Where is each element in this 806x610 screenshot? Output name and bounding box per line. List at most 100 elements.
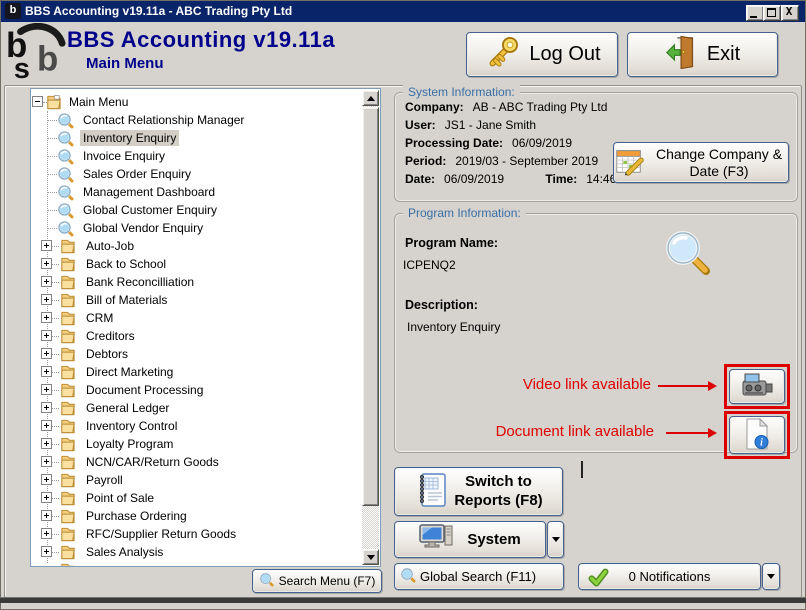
tree-item[interactable]: Creditors [31, 327, 362, 345]
document-link-button[interactable]: i [729, 416, 785, 454]
expand-icon[interactable] [41, 474, 52, 485]
video-camera-icon [739, 372, 775, 402]
open-folder-icon [45, 94, 62, 110]
tree-item[interactable]: Point of Sale [31, 489, 362, 507]
notifications-button[interactable]: 0 Notifications [578, 563, 761, 590]
search-icon [57, 130, 74, 146]
tree-item[interactable]: Loyalty Program [31, 435, 362, 453]
global-search-button[interactable]: Global Search (F11) [394, 563, 564, 590]
tree-item-label: Payroll [83, 472, 126, 488]
expand-icon[interactable] [41, 258, 52, 269]
expand-icon[interactable] [41, 456, 52, 467]
tree-item-label: Inventory Enquiry [80, 130, 179, 146]
expand-icon[interactable] [41, 330, 52, 341]
folder-icon [59, 274, 76, 290]
bbs-logo: b s b [5, 23, 67, 86]
tree-item[interactable]: Purchase Ordering [31, 507, 362, 525]
log-out-button[interactable]: Log Out [466, 32, 618, 77]
search-icon [57, 112, 74, 128]
expand-icon[interactable] [41, 492, 52, 503]
menu-tree[interactable]: Main Menu Contact Relationship Manager [30, 88, 381, 567]
folder-icon [59, 400, 76, 416]
tree-item[interactable]: Bank Reconcilliation [31, 273, 362, 291]
tree-item-label: Back to School [83, 256, 169, 272]
tree-item[interactable]: Invoice Enquiry [31, 147, 362, 165]
date-value: 06/09/2019 [444, 172, 504, 186]
tree-item[interactable]: Inventory Control [31, 417, 362, 435]
tree-item[interactable]: Payroll [31, 471, 362, 489]
minimize-button[interactable] [746, 5, 764, 21]
expand-icon[interactable] [41, 312, 52, 323]
tree-item-label: Document Processing [83, 382, 206, 398]
tree-item[interactable]: Bill of Materials [31, 291, 362, 309]
tree-root-main-menu[interactable]: Main Menu [31, 93, 362, 111]
search-icon [57, 202, 74, 218]
folder-icon [59, 382, 76, 398]
tree-item[interactable]: CRM [31, 309, 362, 327]
expand-icon[interactable] [41, 420, 52, 431]
folder-icon [59, 472, 76, 488]
video-link-button[interactable] [729, 369, 785, 404]
tree-item[interactable]: Back to School [31, 255, 362, 273]
expand-icon[interactable] [41, 546, 52, 557]
tree-item[interactable]: Document Processing [31, 381, 362, 399]
folder-icon [59, 256, 76, 272]
system-dropdown-button[interactable] [547, 521, 564, 558]
tree-item-label: Purchase Ordering [83, 508, 190, 524]
tree-item[interactable]: RFC/Supplier Return Goods [31, 525, 362, 543]
expand-icon[interactable] [41, 510, 52, 521]
change-company-date-label: Change Company & Date (F3) [650, 146, 788, 180]
expand-icon[interactable] [41, 240, 52, 251]
svg-text:i: i [760, 437, 763, 448]
scrollbar-thumb[interactable] [362, 107, 379, 506]
processing-date-label: Processing Date: [405, 136, 503, 150]
window-title: BBS Accounting v19.11a - ABC Trading Pty… [25, 1, 292, 22]
maximize-button[interactable] [763, 5, 781, 21]
magnifier-icon[interactable] [663, 228, 711, 281]
scroll-down-button[interactable] [362, 549, 379, 565]
expand-icon[interactable] [41, 348, 52, 359]
switch-to-reports-button[interactable]: Switch to Reports (F8) [394, 467, 563, 516]
folder-icon [59, 562, 76, 567]
tree-item[interactable]: Contact Relationship Manager [31, 111, 362, 129]
tree-item[interactable]: Global Customer Enquiry [31, 201, 362, 219]
annotation-arrow-video [658, 385, 708, 387]
global-search-label: Global Search (F11) [420, 569, 536, 584]
exit-button[interactable]: Exit [627, 32, 778, 77]
tree-item[interactable]: General Ledger [31, 399, 362, 417]
scroll-up-button[interactable] [362, 90, 379, 106]
processing-date-value: 06/09/2019 [512, 136, 572, 150]
search-menu-button[interactable]: Search Menu (F7) [252, 569, 382, 593]
close-button[interactable]: X [781, 5, 799, 21]
folder-icon [59, 346, 76, 362]
tree-item[interactable]: Direct Marketing [31, 363, 362, 381]
expand-icon[interactable] [41, 294, 52, 305]
field-processing-date: Processing Date: 06/09/2019 [405, 136, 572, 152]
notifications-dropdown-button[interactable] [762, 563, 780, 590]
app-icon: b [5, 3, 21, 19]
expand-icon[interactable] [41, 276, 52, 287]
change-company-date-button[interactable]: Change Company & Date (F3) [613, 142, 789, 183]
period-label: Period: [405, 154, 446, 168]
system-button[interactable]: System [394, 521, 546, 558]
tree-item[interactable]: NCN/CAR/Return Goods [31, 453, 362, 471]
expand-icon[interactable] [41, 438, 52, 449]
tree-item[interactable]: Sales Order Enquiry [31, 165, 362, 183]
tree-item[interactable]: Global Vendor Enquiry [31, 219, 362, 237]
tree-scrollbar[interactable] [362, 90, 379, 565]
folder-icon [59, 292, 76, 308]
tree-item[interactable]: Auto-Job [31, 237, 362, 255]
tree-item[interactable]: Inventory Enquiry [31, 129, 362, 147]
search-icon [400, 567, 416, 586]
expand-icon[interactable] [41, 384, 52, 395]
search-icon [57, 220, 74, 236]
page-title: BBS Accounting v19.11a [67, 27, 335, 53]
tree-item[interactable]: Management Dashboard [31, 183, 362, 201]
tree-item[interactable]: Sales Analysis [31, 543, 362, 561]
expand-icon[interactable] [41, 402, 52, 413]
collapse-icon[interactable] [32, 96, 43, 107]
expand-icon[interactable] [41, 528, 52, 539]
expand-icon[interactable] [41, 366, 52, 377]
tree-item[interactable]: Debtors [31, 345, 362, 363]
tree-item[interactable] [31, 561, 362, 567]
